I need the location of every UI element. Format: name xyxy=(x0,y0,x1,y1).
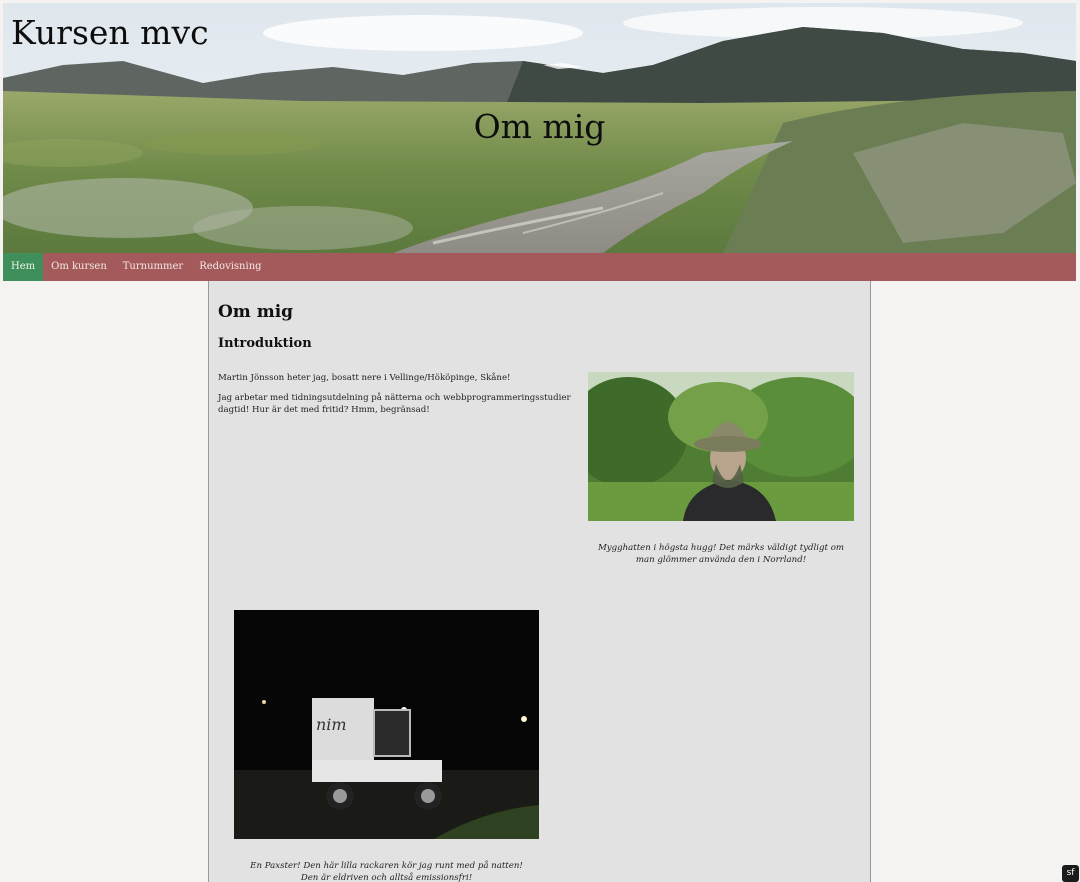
work-paragraph: Jag arbetar med tidningsutdelning på nät… xyxy=(218,393,571,415)
page-title: Om mig xyxy=(218,302,294,322)
paxster-photo: nim xyxy=(234,610,539,839)
main-content: Om mig Introduktion Martin Jönsson heter… xyxy=(208,281,871,882)
banner-title: Om mig xyxy=(473,107,606,146)
mosquito-hat-photo xyxy=(588,372,854,521)
intro-paragraph: Martin Jönsson heter jag, bosatt nere i … xyxy=(218,373,511,383)
photo-caption: Mygghatten i högsta hugg! Det märks väld… xyxy=(597,543,845,565)
photo-caption: En Paxster! Den här lilla rackaren kör j… xyxy=(250,861,523,882)
nav-item-om-kursen[interactable]: Om kursen xyxy=(43,253,115,281)
nav-item-redovisning[interactable]: Redovisning xyxy=(191,253,269,281)
vehicle-brand-text: nim xyxy=(316,715,347,734)
navbar: Hem Om kursen Turnummer Redovisning xyxy=(3,253,1076,281)
site-title[interactable]: Kursen mvc xyxy=(11,13,209,52)
symfony-icon[interactable]: sf xyxy=(1062,865,1079,882)
header-banner: Kursen mvc Om mig xyxy=(3,3,1076,253)
nav-item-hem[interactable]: Hem xyxy=(3,253,44,281)
section-heading: Introduktion xyxy=(218,336,312,351)
nav-item-turnummer[interactable]: Turnummer xyxy=(115,253,191,281)
